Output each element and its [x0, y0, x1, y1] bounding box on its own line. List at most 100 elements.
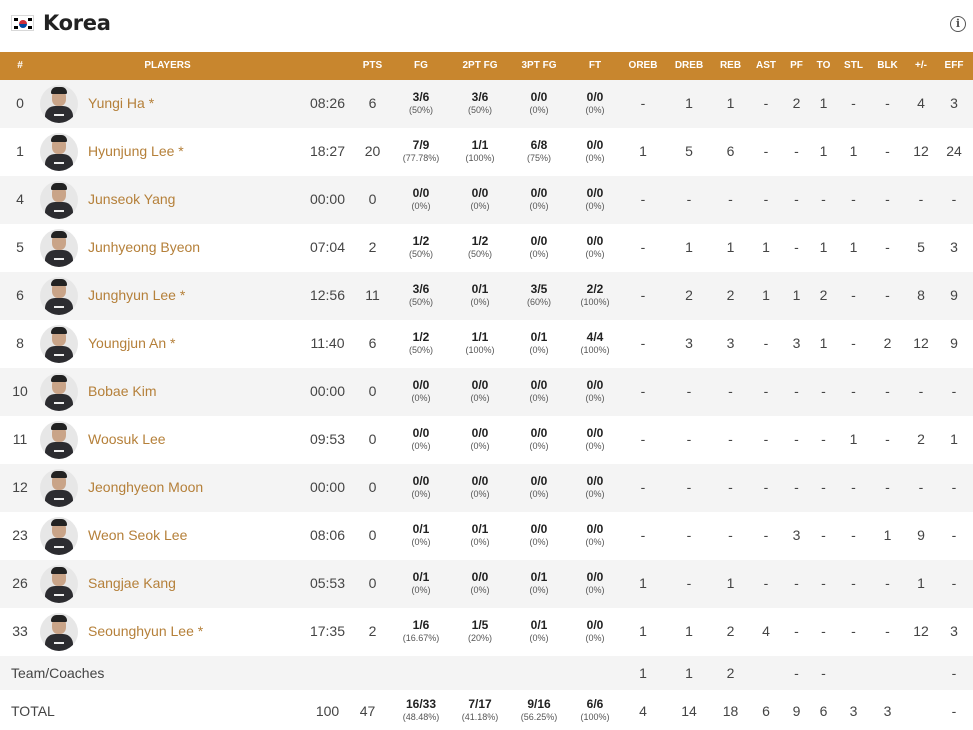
player-number: 4	[16, 191, 24, 207]
ast: -	[763, 479, 769, 495]
fg-made-attempted: 3/6	[412, 90, 430, 104]
2pt-fg-made-attempted: 0/0	[471, 426, 489, 440]
total-stl: 3	[849, 703, 858, 719]
plus-minus: -	[918, 383, 924, 399]
dreb: -	[686, 431, 692, 447]
3pt-fg-cell: 0/0 (0%)	[513, 90, 565, 116]
ft-cell: 2/2 (100%)	[569, 282, 621, 308]
ft-cell: 0/0 (0%)	[569, 522, 621, 548]
2pt-fg-made-attempted: 0/0	[471, 378, 489, 392]
eff: 3	[950, 239, 958, 255]
player-name-link[interactable]: Junhyeong Byeon	[88, 239, 200, 255]
player-name-link[interactable]: Bobae Kim	[88, 383, 156, 399]
plus-minus: 12	[913, 335, 929, 351]
fg-percentage: (50%)	[408, 105, 433, 115]
player-name-link[interactable]: Woosuk Lee	[88, 431, 166, 447]
ft-made-attempted: 0/0	[586, 186, 604, 200]
2pt-fg-made-attempted: 0/1	[471, 282, 489, 296]
oreb: -	[640, 383, 646, 399]
fg-cell: 0/0 (0%)	[395, 186, 447, 212]
eff: -	[951, 575, 957, 591]
2pt-fg-made-attempted: 0/0	[471, 570, 489, 584]
ft-cell: 4/4 (100%)	[569, 330, 621, 356]
fg-percentage: (50%)	[408, 249, 433, 259]
minutes: 00:00	[309, 191, 346, 207]
player-avatar	[40, 517, 78, 555]
dreb: 1	[685, 95, 693, 111]
dreb: -	[686, 479, 692, 495]
2pt-fg-cell: 1/1 (100%)	[454, 330, 506, 356]
points: 20	[364, 143, 381, 159]
dreb: 3	[685, 335, 693, 351]
team-reb: 2	[726, 665, 735, 681]
3pt-fg-percentage: (60%)	[526, 297, 551, 307]
player-row: Junhyeong Byeon 5 07:04 2-1 1 1-1 1-5 3 1/2 (50%)…	[0, 224, 973, 272]
eff: 1	[950, 431, 958, 447]
ft-made-attempted: 0/0	[586, 234, 604, 248]
ft-cell: 0/0 (0%)	[569, 186, 621, 212]
3pt-fg-percentage: (0%)	[529, 441, 549, 451]
pf: -	[794, 575, 799, 591]
col-fg: FG	[414, 60, 428, 71]
2pt-fg-percentage: (0%)	[470, 441, 490, 451]
player-name-link[interactable]: Yungi Ha *	[88, 95, 154, 111]
dreb: 2	[685, 287, 693, 303]
team-eff: -	[951, 665, 957, 681]
blk: -	[885, 575, 890, 591]
3pt-fg-percentage: (0%)	[529, 585, 549, 595]
points: 0	[368, 383, 377, 399]
player-name-link[interactable]: Junghyun Lee *	[88, 287, 185, 303]
pf: -	[794, 479, 799, 495]
ast: -	[763, 95, 769, 111]
ft-percentage: (0%)	[585, 633, 605, 643]
blk: -	[885, 479, 890, 495]
minutes: 11:40	[310, 335, 345, 351]
player-name-link[interactable]: Youngjun An *	[88, 335, 175, 351]
to: -	[821, 431, 826, 447]
player-name-link[interactable]: Weon Seok Lee	[88, 527, 187, 543]
eff: 24	[946, 143, 962, 159]
player-name-link[interactable]: Junseok Yang	[88, 191, 175, 207]
blk: 2	[883, 335, 892, 351]
total-pts: 47	[359, 703, 376, 719]
info-icon[interactable]: i	[950, 16, 966, 32]
oreb: 1	[639, 575, 647, 591]
ft-percentage: (0%)	[585, 249, 605, 259]
player-name-link[interactable]: Seounghyun Lee *	[88, 623, 203, 639]
dreb: -	[686, 527, 692, 543]
total-ast: 6	[762, 703, 770, 719]
player-name-link[interactable]: Sangjae Kang	[88, 575, 176, 591]
player-name-link[interactable]: Jeonghyeon Moon	[88, 479, 203, 495]
3pt-fg-percentage: (0%)	[529, 345, 549, 355]
fg-made-attempted: 7/9	[412, 138, 430, 152]
pf: -	[794, 431, 799, 447]
3pt-fg-percentage: (0%)	[529, 105, 549, 115]
ft-percentage: (0%)	[585, 489, 605, 499]
ft-cell: 0/0 (0%)	[569, 138, 621, 164]
team-oreb: 1	[639, 665, 647, 681]
player-row: Jeonghyeon Moon 12 00:00 0- - - - - - - - - -0/0 (0%)…	[0, 464, 973, 512]
points: 11	[365, 287, 380, 303]
ft-made-attempted: 0/0	[586, 426, 604, 440]
total-min: 100	[315, 703, 340, 719]
to: -	[821, 623, 826, 639]
fg-made-attempted: 0/1	[412, 570, 430, 584]
player-avatar	[40, 565, 78, 603]
ft-cell: 0/0 (0%)	[569, 378, 621, 404]
ft-percentage: (100%)	[580, 345, 610, 355]
2pt-fg-made-attempted: 3/6	[471, 90, 489, 104]
player-number: 23	[12, 527, 28, 543]
3pt-fg-cell: 0/0 (0%)	[513, 426, 565, 452]
ft-percentage: (0%)	[585, 201, 605, 211]
fg-made-attempted: 0/0	[412, 186, 430, 200]
2pt-fg-cell: 3/6 (50%)	[454, 90, 506, 116]
player-name-link[interactable]: Hyunjung Lee *	[88, 143, 184, 159]
player-row: Weon Seok Lee 23 08:06 0- - - -3- -1 9-0/1 (0%) 0/…	[0, 512, 973, 560]
stl: -	[851, 527, 856, 543]
plus-minus: 8	[917, 287, 925, 303]
col-number: #	[17, 60, 23, 71]
player-row: Junseok Yang 4 00:00 0- - - - - - - - - -0/0 (0%) 0/0(…	[0, 176, 973, 224]
ft-percentage: (0%)	[585, 585, 605, 595]
player-row: Youngjun An * 8 11:40 6-3 3-3 1-2 12 9 1/2 (50%) 1…	[0, 320, 973, 368]
total-ft: 6/6 (100%)	[580, 697, 610, 722]
